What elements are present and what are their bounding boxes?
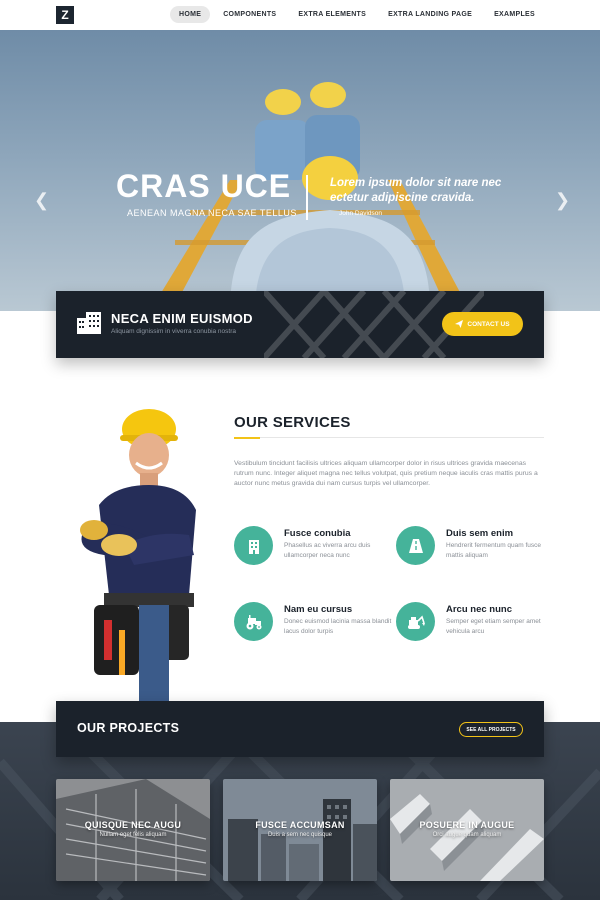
building-icon (248, 539, 259, 554)
nav-item-examples[interactable]: EXAMPLES (485, 6, 544, 23)
service-item[interactable]: Duis sem enim Hendrerit fermentum quam f… (396, 526, 556, 576)
nav-menu: HOME COMPONENTS EXTRA ELEMENTS EXTRA LAN… (170, 6, 544, 23)
excavator-icon (407, 615, 425, 629)
service-text: Semper eget etiam semper amet vehicula a… (446, 618, 541, 635)
service-title: Fusce conubia (284, 528, 351, 539)
project-card[interactable]: FUSCE ACCUMSAN Duis a sem nec quisque (223, 779, 377, 881)
hero-subtitle: AENEAN MAGNA NECA SAE TELLUS (127, 208, 297, 218)
services-description: Vestibulum tincidunt facilisis ultrices … (234, 460, 538, 487)
chevron-left-icon[interactable]: ❮ (34, 190, 49, 211)
project-image (390, 779, 544, 881)
service-title: Arcu nec nunc (446, 604, 512, 615)
project-subtitle: Orci augue quam aliquam (432, 832, 502, 838)
see-all-projects-button[interactable]: SEE ALL PROJECTS (459, 722, 523, 737)
road-icon (408, 538, 423, 553)
paper-plane-icon (455, 320, 464, 328)
services-title: OUR SERVICES (234, 414, 351, 431)
project-title: QUISQUE NEC AUGU (84, 820, 182, 830)
service-text: Phasellus ac viverra arcu duis ullamcorp… (284, 542, 371, 559)
project-title: FUSCE ACCUMSAN (255, 820, 345, 830)
contact-us-button[interactable]: CONTACT US (442, 312, 523, 336)
project-card[interactable]: POSUERE IN AUGUE Orci augue quam aliquam (390, 779, 544, 881)
nav-item-extra-elements[interactable]: EXTRA ELEMENTS (289, 6, 375, 23)
services-underline-accent (234, 437, 260, 439)
service-icon-circle (396, 602, 435, 641)
project-subtitle: Duis a sem nec quisque (267, 832, 333, 838)
service-title: Duis sem enim (446, 528, 514, 539)
service-icon-circle (396, 526, 435, 565)
service-icon-circle (234, 602, 273, 641)
cta-subtitle: Aliquam dignissim in viverra conubia nos… (111, 328, 237, 335)
cta-banner: NECA ENIM EUISMOD Aliquam dignissim in v… (56, 291, 544, 358)
chevron-right-icon[interactable]: ❯ (555, 190, 570, 211)
project-title: POSUERE IN AUGUE (419, 820, 515, 830)
hero-slider: ❮ ❯ CRAS UCE AENEAN MAGNA NECA SAE TELLU… (0, 30, 600, 311)
project-image (56, 779, 210, 881)
nav-item-home[interactable]: HOME (170, 6, 211, 23)
logo[interactable]: Z (56, 6, 74, 24)
top-navbar: Z HOME COMPONENTS EXTRA ELEMENTS EXTRA L… (0, 0, 600, 30)
hero-divider (306, 175, 308, 220)
nav-item-components[interactable]: COMPONENTS (214, 6, 285, 23)
project-subtitle: Nullam eget felis aliquam (99, 832, 167, 838)
hero-title: CRAS UCE (116, 168, 292, 204)
service-text: Hendrerit fermentum quam fusce mattis al… (446, 542, 542, 559)
projects-header-bar: OUR PROJECTS SEE ALL PROJECTS (56, 701, 544, 757)
service-icon-circle (234, 526, 273, 565)
nav-item-extra-landing-page[interactable]: EXTRA LANDING PAGE (379, 6, 481, 23)
buildings-icon (77, 312, 101, 334)
hero-author: John Davidson (339, 210, 382, 217)
project-image (223, 779, 377, 881)
service-title: Nam eu cursus (284, 604, 353, 615)
tractor-icon (246, 614, 261, 629)
services-divider (260, 437, 544, 438)
hero-quote: Lorem ipsum dolor sit nare nec ectetur a… (330, 177, 502, 204)
contact-us-label: CONTACT US (467, 320, 510, 328)
projects-title: OUR PROJECTS (77, 721, 180, 735)
service-text: Donec euismod lacinia massa blandit lacu… (284, 618, 392, 635)
service-item[interactable]: Arcu nec nunc Semper eget etiam semper a… (396, 602, 556, 652)
cta-title: NECA ENIM EUISMOD (111, 311, 253, 326)
service-item[interactable]: Fusce conubia Phasellus ac viverra arcu … (234, 526, 394, 576)
project-card[interactable]: QUISQUE NEC AUGU Nullam eget felis aliqu… (56, 779, 210, 881)
service-item[interactable]: Nam eu cursus Donec euismod lacinia mass… (234, 602, 394, 652)
hero-workers-image (150, 82, 470, 311)
construction-worker-image (80, 409, 196, 705)
